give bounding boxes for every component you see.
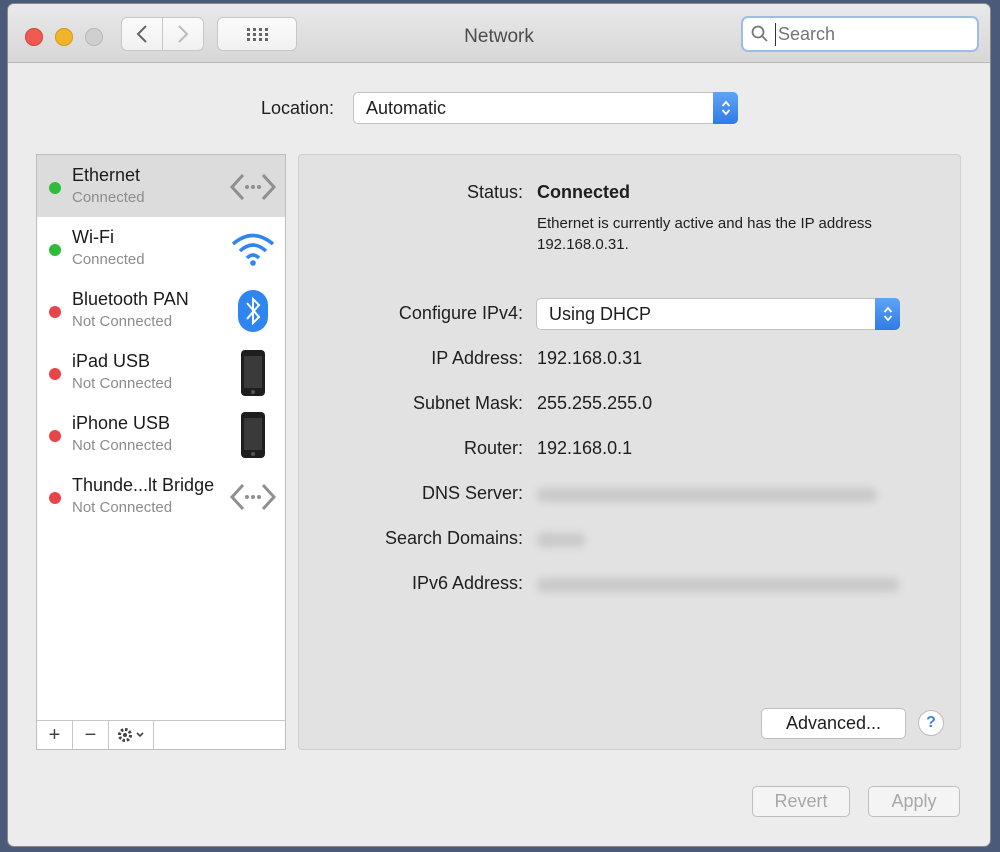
status-dot — [49, 492, 61, 504]
wifi-icon — [229, 227, 277, 271]
ip-address-label: IP Address: — [431, 348, 523, 368]
service-item-ethernet[interactable]: Ethernet Connected — [37, 155, 285, 217]
ip-address-value: 192.168.0.31 — [537, 348, 643, 368]
location-label: Location: — [261, 98, 335, 118]
network-detail-panel: Status: Connected Ethernet is currently … — [298, 154, 961, 750]
service-status: Not Connected — [72, 313, 173, 330]
service-status: Not Connected — [72, 499, 173, 516]
popup-stepper-icon — [713, 92, 738, 124]
subnet-mask-value: 255.255.255.0 — [537, 393, 653, 413]
ethernet-icon — [229, 165, 277, 209]
remove-service-button[interactable]: − — [73, 721, 109, 749]
service-status: Not Connected — [72, 437, 173, 454]
configure-ipv4-label: Configure IPv4: — [398, 303, 523, 323]
iphone-icon — [229, 412, 277, 458]
service-item-ipad-usb[interactable]: iPad USB Not Connected — [37, 341, 285, 403]
bluetooth-icon — [229, 289, 277, 333]
status-dot — [49, 306, 61, 318]
dns-server-value-blurred — [537, 488, 877, 502]
search-domains-value-blurred — [537, 533, 585, 547]
service-name: Bluetooth PAN — [72, 289, 189, 309]
help-button[interactable]: ? — [918, 710, 944, 736]
service-list: Ethernet Connected Wi-Fi Connected Bluet… — [36, 154, 286, 750]
router-label: Router: — [463, 438, 523, 458]
service-status: Connected — [72, 189, 145, 206]
ipad-icon — [229, 350, 277, 396]
add-service-button[interactable]: + — [37, 721, 73, 749]
router-value: 192.168.0.1 — [537, 438, 633, 458]
service-name: iPhone USB — [72, 413, 171, 433]
service-item-bluetooth-pan[interactable]: Bluetooth PAN Not Connected — [37, 279, 285, 341]
revert-button[interactable]: Revert — [752, 786, 850, 817]
subnet-mask-label: Subnet Mask: — [412, 393, 523, 413]
service-name: iPad USB — [72, 351, 151, 371]
service-item-iphone-usb[interactable]: iPhone USB Not Connected — [37, 403, 285, 465]
sidebar-toolbar: + − — [37, 720, 285, 749]
ipv6-address-value-blurred — [537, 578, 899, 592]
configure-ipv4-popup[interactable]: Using DHCP — [536, 298, 900, 330]
service-name: Ethernet — [72, 165, 141, 185]
location-value: Automatic — [366, 97, 447, 118]
status-description: Ethernet is currently active and has the… — [537, 215, 872, 253]
service-item-thunderbolt-bridge[interactable]: Thunde...lt Bridge Not Connected — [37, 465, 285, 527]
status-dot — [49, 368, 61, 380]
thunderbolt-bridge-icon — [229, 475, 277, 519]
status-dot — [49, 244, 61, 256]
search-field[interactable] — [741, 16, 979, 52]
gear-icon — [118, 728, 144, 742]
action-menu-button[interactable] — [109, 721, 154, 749]
dns-server-label: DNS Server: — [421, 483, 523, 503]
advanced-button[interactable]: Advanced... — [761, 708, 906, 739]
search-icon — [751, 25, 768, 42]
network-preferences-window: Network Location: Automatic Ethernet Con… — [8, 4, 990, 846]
service-name: Wi-Fi — [72, 227, 114, 247]
location-popup[interactable]: Automatic — [353, 92, 738, 124]
popup-stepper-icon — [875, 298, 900, 330]
ipv6-address-label: IPv6 Address: — [411, 573, 523, 593]
status-dot — [49, 182, 61, 194]
service-name: Thunde...lt Bridge — [72, 475, 215, 495]
service-status: Not Connected — [72, 375, 173, 392]
search-input[interactable] — [775, 22, 970, 46]
status-value: Connected — [537, 182, 631, 202]
apply-button[interactable]: Apply — [868, 786, 960, 817]
titlebar: Network — [8, 4, 990, 63]
status-label: Status: — [466, 182, 523, 202]
service-status: Connected — [72, 251, 145, 268]
configure-ipv4-value: Using DHCP — [549, 303, 652, 324]
service-item-wifi[interactable]: Wi-Fi Connected — [37, 217, 285, 279]
status-dot — [49, 430, 61, 442]
search-domains-label: Search Domains: — [384, 528, 523, 548]
